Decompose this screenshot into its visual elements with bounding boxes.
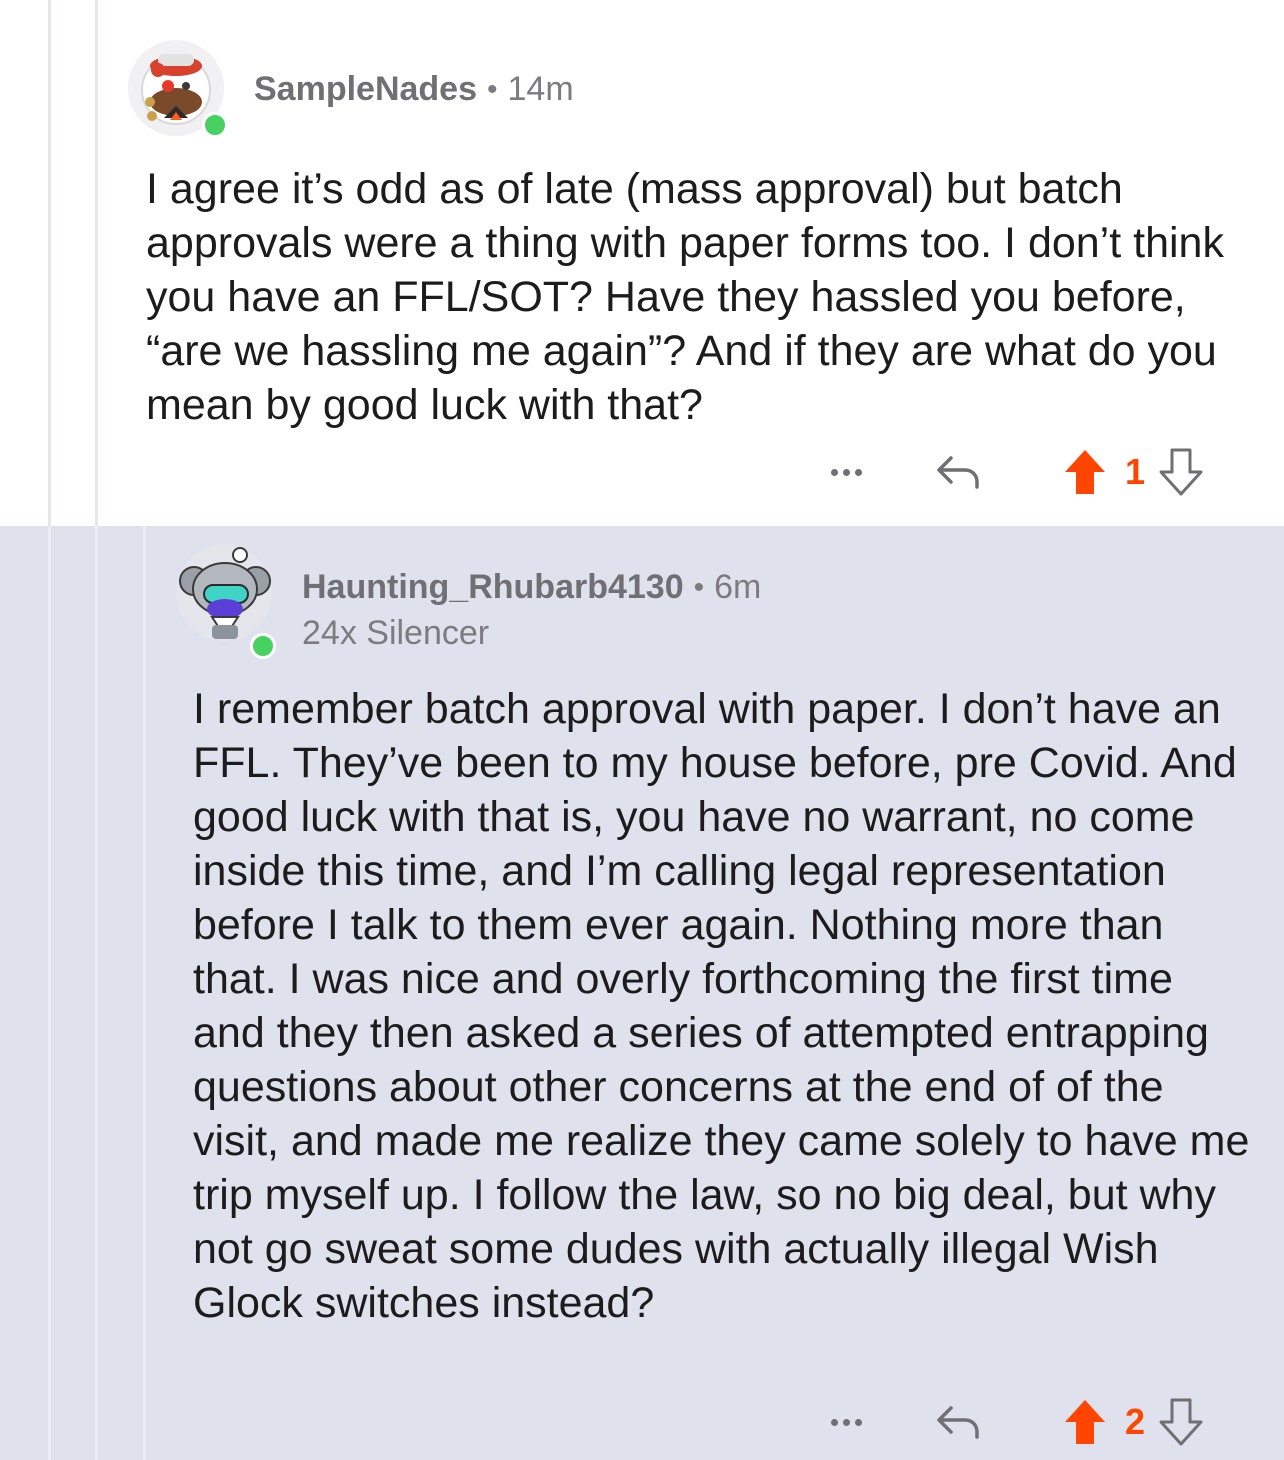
more-options-icon[interactable] xyxy=(820,1402,872,1442)
reply-icon[interactable] xyxy=(932,1396,984,1448)
thread-line[interactable] xyxy=(95,526,98,1460)
comment-meta: Haunting_Rhubarb4130 • 6m xyxy=(302,568,761,607)
avatar[interactable] xyxy=(128,40,228,138)
comment-meta: SampleNades • 14m xyxy=(254,70,574,109)
comment-body: I remember batch approval with paper. I … xyxy=(193,685,1250,1327)
online-status-indicator xyxy=(250,633,276,659)
user-flair: 24x Silencer xyxy=(302,614,490,652)
upvote-arrow-icon[interactable] xyxy=(1060,446,1110,498)
vote-count: 2 xyxy=(1124,1401,1146,1442)
snoo-avatar-icon xyxy=(179,547,271,639)
vote-count: 1 xyxy=(1124,451,1146,492)
comment: SampleNades • 14m I agree it’s odd as of… xyxy=(0,0,1284,526)
username[interactable]: Haunting_Rhubarb4130 xyxy=(302,568,684,607)
more-options-icon[interactable] xyxy=(820,452,872,492)
separator: • xyxy=(693,570,705,604)
thread-line[interactable] xyxy=(143,526,146,1460)
online-status-indicator xyxy=(202,112,228,138)
thread-line[interactable] xyxy=(48,526,51,1460)
comment-age: 6m xyxy=(714,568,762,606)
downvote-arrow-icon[interactable] xyxy=(1156,446,1206,498)
downvote-arrow-icon[interactable] xyxy=(1156,1396,1206,1448)
reply-icon[interactable] xyxy=(932,446,984,498)
comment-body: I agree it’s odd as of late (mass approv… xyxy=(146,165,1224,429)
comment-age: 14m xyxy=(507,70,574,108)
separator: • xyxy=(487,72,498,106)
upvote-arrow-icon[interactable] xyxy=(1060,1396,1110,1448)
comment-actions: 1 xyxy=(820,446,1206,498)
comment-actions: 2 xyxy=(820,1396,1206,1448)
username[interactable]: SampleNades xyxy=(254,70,477,109)
avatar[interactable] xyxy=(176,545,276,659)
